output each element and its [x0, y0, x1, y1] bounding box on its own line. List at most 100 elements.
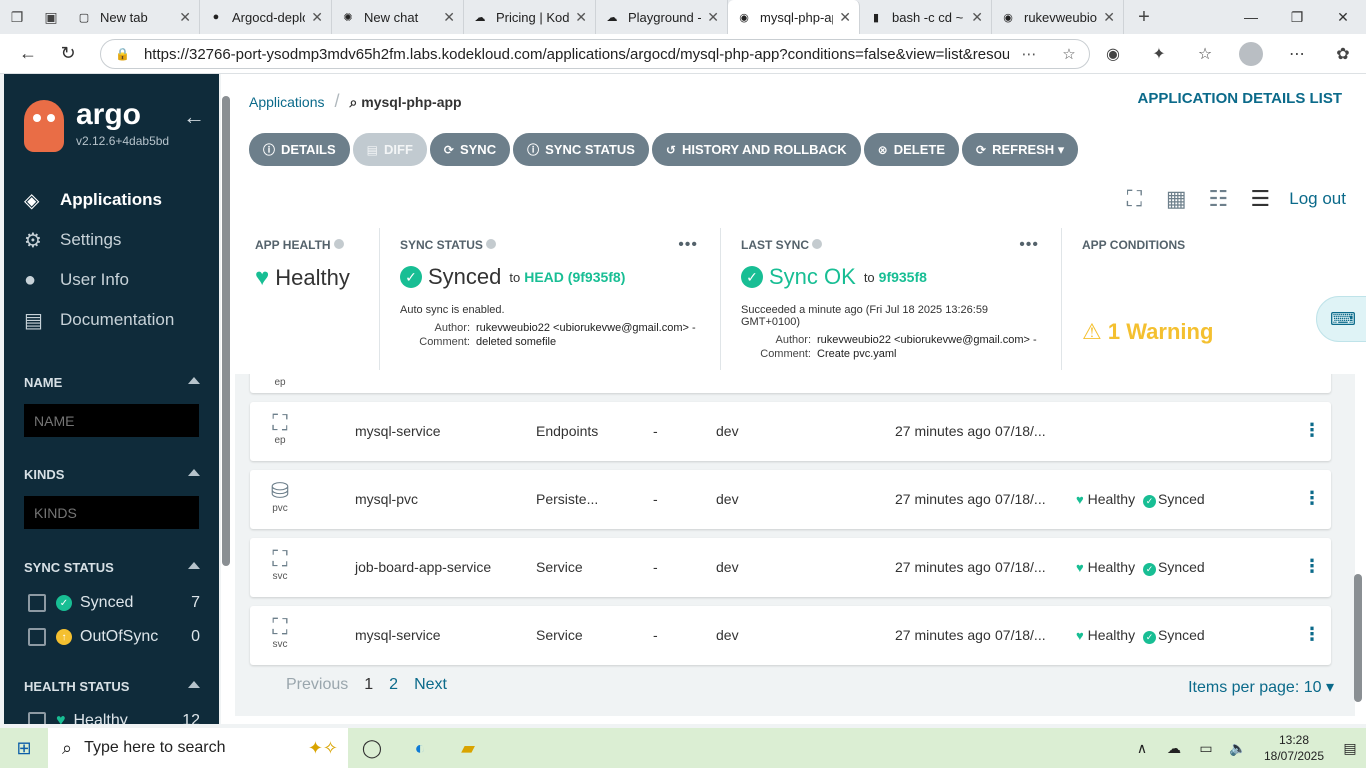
- close-tab-icon[interactable]: ✕: [311, 9, 323, 26]
- browser-tab[interactable]: ☁ Playground - ✕: [596, 0, 728, 34]
- row-menu-icon[interactable]: ⋮: [1303, 624, 1321, 645]
- browser-tab[interactable]: ▮ bash -c cd ~ ✕: [860, 0, 992, 34]
- workspaces-icon[interactable]: ❐: [0, 0, 34, 34]
- weather-icon[interactable]: ☁: [1158, 740, 1190, 757]
- sync-status-filter-header[interactable]: SYNC STATUS: [24, 560, 200, 575]
- delete-button[interactable]: ⊗ DELETE: [863, 133, 960, 166]
- address-bar[interactable]: 🔒 https://32766-port-ysodmp3mdv65h2fm.la…: [100, 39, 1090, 69]
- close-window-button[interactable]: ✕: [1320, 0, 1366, 34]
- info-icon[interactable]: [812, 239, 823, 249]
- task-view-icon[interactable]: ◯: [348, 728, 396, 768]
- settings-menu-icon[interactable]: ⋯: [1274, 44, 1320, 64]
- close-tab-icon[interactable]: ✕: [971, 9, 983, 26]
- kinds-filter-header[interactable]: KINDS: [24, 467, 200, 482]
- row-menu-icon[interactable]: ⋮: [1303, 556, 1321, 577]
- table-row[interactable]: ⛶ svc job-board-app-service Service - dev…: [250, 538, 1331, 597]
- reload-button[interactable]: ↻: [48, 34, 88, 74]
- close-tab-icon[interactable]: ✕: [839, 9, 851, 26]
- table-row[interactable]: ep: [250, 374, 1331, 393]
- close-tab-icon[interactable]: ✕: [707, 9, 719, 26]
- browser-tab[interactable]: ✺ New chat ✕: [332, 0, 464, 34]
- sync-revision-link[interactable]: HEAD (9f935f8): [524, 269, 625, 285]
- new-tab-button[interactable]: +: [1124, 6, 1164, 29]
- sidebar-item-user-info[interactable]: ● User Info: [24, 260, 174, 300]
- copilot-icon[interactable]: ✿: [1320, 44, 1366, 64]
- sync-status-button[interactable]: ⓘ SYNC STATUS: [513, 133, 649, 166]
- name-filter-input[interactable]: [24, 404, 199, 437]
- health-status-filter-header[interactable]: HEALTH STATUS: [24, 679, 200, 694]
- more-icon[interactable]: ⋯: [1009, 45, 1049, 63]
- breadcrumb-applications-link[interactable]: Applications: [249, 94, 325, 110]
- volume-icon[interactable]: 🔈: [1222, 740, 1254, 757]
- sync-button[interactable]: ⟳ SYNC: [429, 133, 511, 166]
- table-row[interactable]: ⛶ svc mysql-service Service - dev 27 minu…: [250, 606, 1331, 665]
- checkbox[interactable]: [28, 594, 46, 612]
- favorites-icon[interactable]: ☆: [1182, 44, 1228, 64]
- tab-title: rukevweubio: [1024, 9, 1097, 25]
- profile-avatar[interactable]: [1239, 42, 1263, 66]
- sidebar-item-settings[interactable]: ⚙ Settings: [24, 220, 174, 260]
- name-filter-header[interactable]: NAME: [24, 375, 200, 390]
- clock[interactable]: 13:28 18/07/2025: [1254, 732, 1334, 764]
- warning-link[interactable]: ⚠ 1 Warning: [1082, 319, 1213, 345]
- sidebar-item-documentation[interactable]: ▤ Documentation: [24, 300, 174, 340]
- checkbox[interactable]: [28, 712, 46, 724]
- more-options-icon[interactable]: •••: [1019, 236, 1039, 254]
- tab-actions-icon[interactable]: ▣: [34, 0, 68, 34]
- page-scrollbar[interactable]: [221, 86, 231, 716]
- history-and-rollback-button[interactable]: ↺ HISTORY AND ROLLBACK: [651, 133, 861, 166]
- windows-start-icon[interactable]: ⊞: [0, 728, 48, 768]
- notifications-icon[interactable]: ▤: [1334, 740, 1366, 757]
- more-options-icon[interactable]: •••: [678, 236, 698, 254]
- filter-outofsync[interactable]: ↑ OutOfSync 0: [28, 628, 200, 646]
- file-explorer-icon[interactable]: ▰: [444, 728, 492, 768]
- browser-tab[interactable]: ▢ New tab ✕: [68, 0, 200, 34]
- maximize-button[interactable]: ❐: [1274, 0, 1320, 34]
- tree-view-icon[interactable]: ⛶: [1113, 186, 1155, 212]
- extension-icon[interactable]: ◉: [1090, 44, 1136, 64]
- filter-healthy[interactable]: ♥ Healthy 12: [28, 712, 200, 724]
- back-button[interactable]: ←: [8, 34, 48, 74]
- filter-synced[interactable]: ✓ Synced 7: [28, 594, 200, 612]
- close-tab-icon[interactable]: ✕: [1103, 9, 1115, 26]
- kinds-filter-input[interactable]: [24, 496, 199, 529]
- extensions-icon[interactable]: ✦: [1136, 44, 1182, 64]
- browser-tab[interactable]: ◉ mysql-php-ap ✕: [728, 0, 860, 34]
- close-tab-icon[interactable]: ✕: [179, 9, 191, 26]
- info-icon[interactable]: [485, 239, 496, 249]
- last-sync-revision-link[interactable]: 9f935f8: [879, 269, 927, 285]
- checkbox[interactable]: [28, 628, 46, 646]
- close-tab-icon[interactable]: ✕: [575, 9, 587, 26]
- network-icon[interactable]: ▭: [1190, 740, 1222, 757]
- table-row[interactable]: ⛶ ep mysql-service Endpoints - dev 27 min…: [250, 402, 1331, 461]
- logout-link[interactable]: Log out: [1289, 189, 1346, 209]
- diff-button[interactable]: ▤ DIFF: [352, 133, 427, 166]
- chat-panel-icon[interactable]: ⌨: [1316, 296, 1366, 342]
- items-per-page-select[interactable]: Items per page: 10 ▾: [1188, 677, 1334, 697]
- previous-page-button[interactable]: Previous: [286, 676, 348, 694]
- network-view-icon[interactable]: ☷: [1197, 186, 1239, 212]
- pods-view-icon[interactable]: ▦: [1155, 186, 1197, 212]
- browser-tab[interactable]: ☁ Pricing | Kode ✕: [464, 0, 596, 34]
- minimize-button[interactable]: —: [1228, 0, 1274, 34]
- row-menu-icon[interactable]: ⋮: [1303, 488, 1321, 509]
- list-view-icon[interactable]: ☰: [1239, 186, 1281, 212]
- table-row[interactable]: ⛁ pvc mysql-pvc Persiste... - dev 27 minu…: [250, 470, 1331, 529]
- close-tab-icon[interactable]: ✕: [443, 9, 455, 26]
- chevron-up-icon[interactable]: ∧: [1126, 740, 1158, 757]
- favorite-star-icon[interactable]: ☆: [1049, 45, 1089, 63]
- browser-tab[interactable]: ◉ rukevweubio ✕: [992, 0, 1124, 34]
- details-button[interactable]: ⓘ DETAILS: [249, 133, 350, 166]
- page-2-button[interactable]: 2: [389, 676, 398, 694]
- row-menu-icon[interactable]: ⋮: [1303, 420, 1321, 441]
- next-page-button[interactable]: Next: [414, 676, 447, 694]
- taskbar-search[interactable]: ⌕ Type here to search ✦✧: [48, 728, 348, 768]
- refresh-button[interactable]: ⟳ REFRESH ▾: [962, 133, 1079, 166]
- page-1-button[interactable]: 1: [364, 676, 373, 694]
- list-scrollbar[interactable]: [1352, 374, 1362, 704]
- edge-icon[interactable]: ◐: [396, 728, 444, 768]
- browser-tab[interactable]: ● Argocd-deplo ✕: [200, 0, 332, 34]
- sidebar-item-applications[interactable]: ◈ Applications: [24, 180, 174, 220]
- collapse-arrow-icon[interactable]: ←: [183, 104, 205, 130]
- info-icon[interactable]: [333, 239, 344, 249]
